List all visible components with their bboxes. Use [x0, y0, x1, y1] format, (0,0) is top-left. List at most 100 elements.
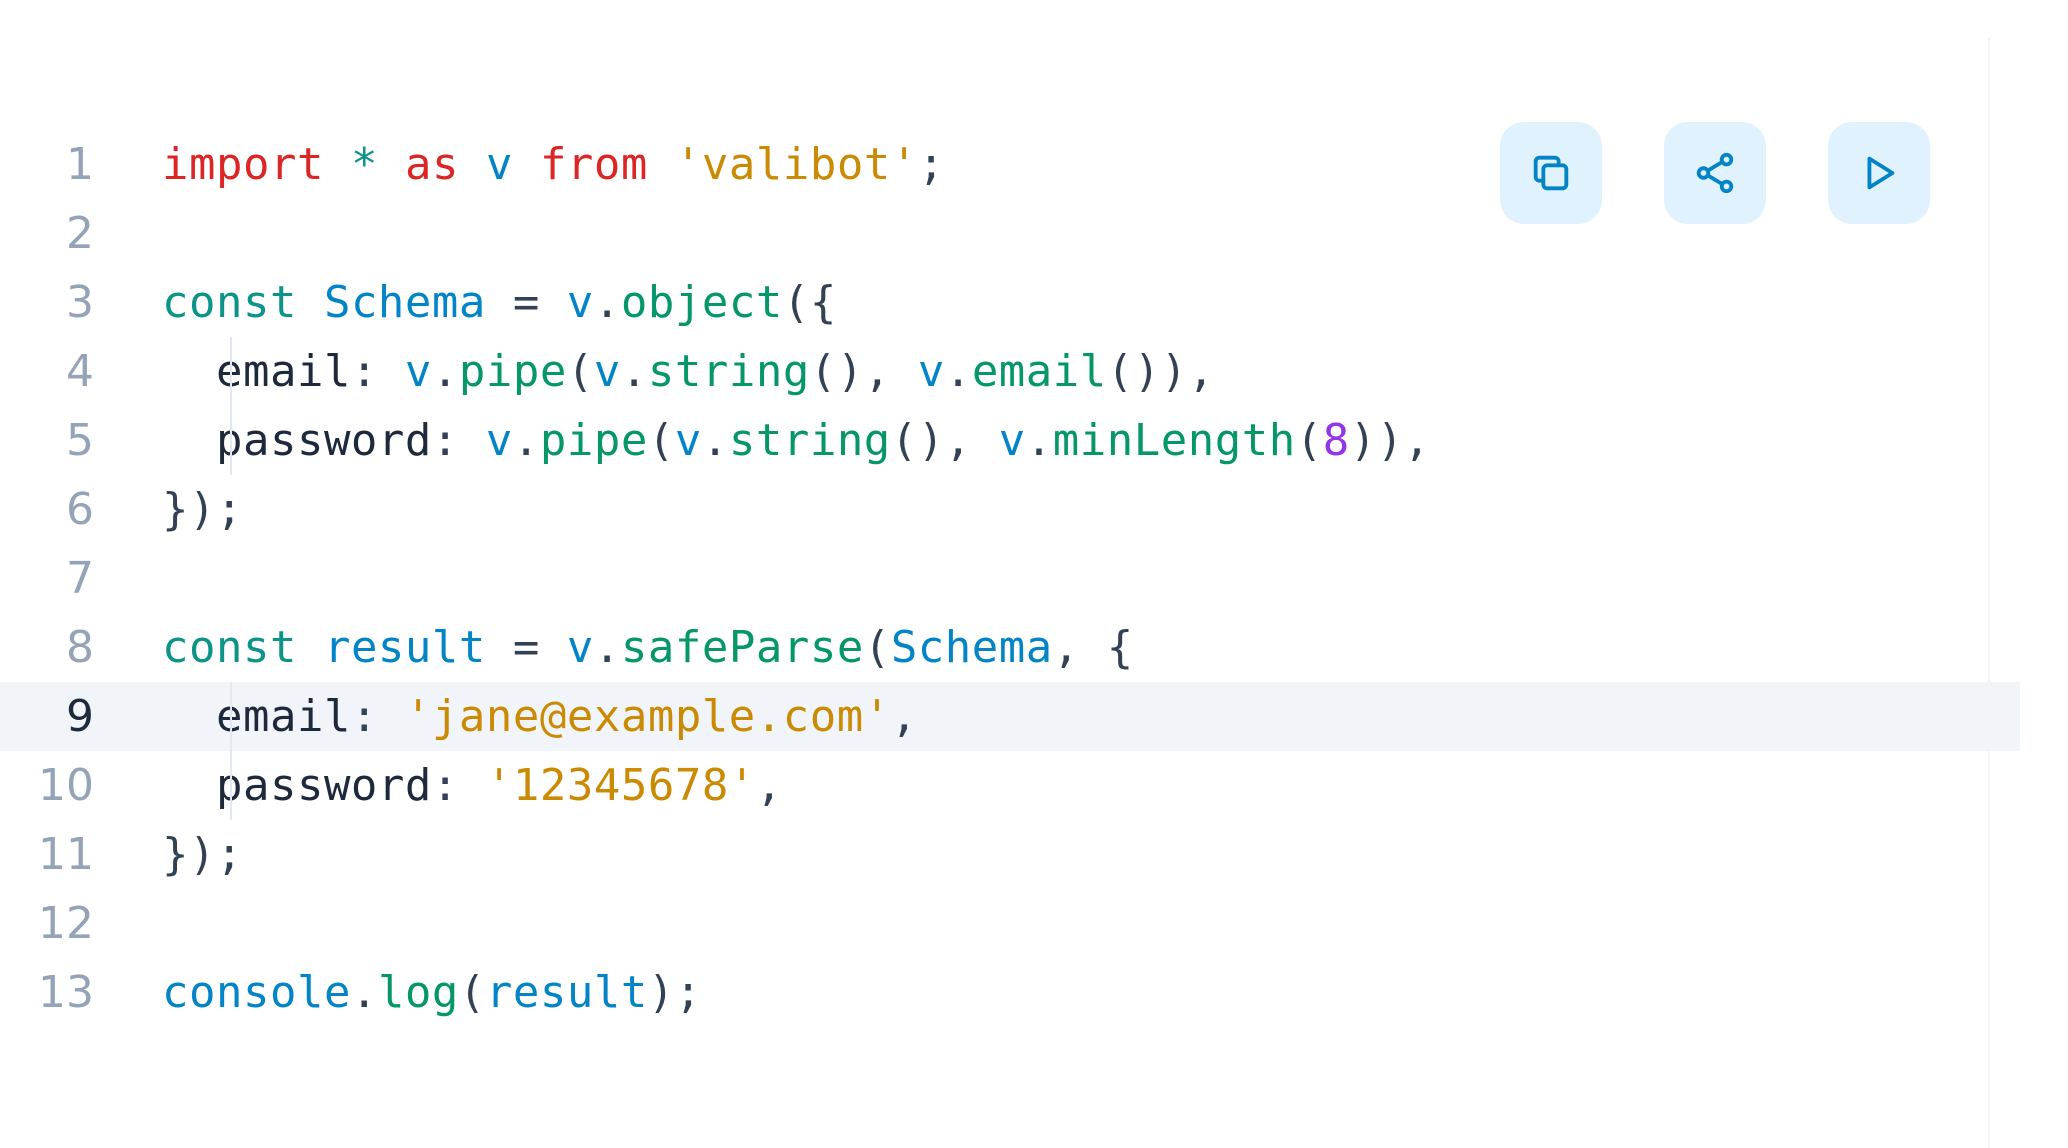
indent-guide: [230, 682, 232, 751]
line-number: 4: [66, 346, 94, 397]
copy-icon: [1533, 155, 1569, 191]
code-line[interactable]: 4 email: v.pipe(v.string(), v.email()),: [0, 337, 2020, 406]
code-line[interactable]: 11});: [0, 820, 2020, 889]
code-token: (: [647, 415, 675, 466]
code-text: });: [162, 829, 243, 880]
code-token: result: [323, 622, 486, 673]
code-text: console.log(result);: [162, 967, 702, 1018]
code-token: import: [162, 139, 324, 190]
code-text: const result = v.safeParse(Schema, {: [162, 622, 1134, 673]
line-number: 6: [66, 484, 94, 535]
code-token: .: [1025, 415, 1053, 466]
code-token: const: [162, 277, 297, 328]
code-token: log: [377, 967, 459, 1018]
code-token: v: [998, 415, 1026, 466]
code-text: password: '12345678',: [162, 760, 783, 811]
code-text: email: 'jane@example.com',: [162, 691, 918, 742]
code-token: ;: [917, 139, 945, 190]
code-token: .: [944, 346, 972, 397]
code-line[interactable]: 8 const result = v.safeParse(Schema, {: [0, 613, 2020, 682]
code-token: '12345678': [485, 760, 756, 811]
code-text: email: v.pipe(v.string(), v.email()),: [162, 346, 1215, 397]
code-line[interactable]: 7: [0, 544, 2020, 613]
code-token: :: [431, 760, 486, 811]
code-token: .: [593, 622, 621, 673]
code-token: )),: [1349, 415, 1431, 466]
code-token: const: [162, 622, 297, 673]
code-token: (: [1295, 415, 1323, 466]
line-number: 9: [66, 691, 94, 742]
code-token: =: [485, 277, 567, 328]
code-token: minLength: [1052, 415, 1296, 466]
code-token: v: [917, 346, 945, 397]
code-line[interactable]: 3 const Schema = v.object({: [0, 268, 2020, 337]
code-line[interactable]: 9 email: 'jane@example.com',: [0, 682, 2020, 751]
code-token: ,: [890, 691, 918, 742]
code-token: ,: [755, 760, 783, 811]
code-text: import * as v from 'valibot';: [162, 139, 945, 190]
play-icon: [1867, 156, 1895, 190]
code-line[interactable]: 6});: [0, 475, 2020, 544]
line-number: 10: [38, 760, 94, 811]
code-token: string: [728, 415, 891, 466]
code-token: .: [701, 415, 729, 466]
code-token: string: [647, 346, 810, 397]
code-token: 'jane@example.com': [404, 691, 891, 742]
code-line[interactable]: 10 password: '12345678',: [0, 751, 2020, 820]
editor-toolbar: [1500, 122, 1930, 224]
indent-guide: [230, 406, 232, 475]
code-token: :: [350, 691, 405, 742]
code-token: );: [647, 967, 702, 1018]
code-area[interactable]: 1 import * as v from 'valibot'; 2 3 const Sc…: [0, 130, 2020, 1027]
code-token: *: [350, 139, 378, 190]
code-text: const Schema = v.object({: [162, 277, 837, 328]
code-token: (),: [890, 415, 999, 466]
code-token: email: [162, 346, 351, 397]
code-token: password: [162, 760, 432, 811]
code-token: v: [566, 622, 594, 673]
code-token: (: [458, 967, 486, 1018]
line-number: 13: [38, 967, 94, 1018]
line-number: 12: [38, 898, 94, 949]
code-token: password: [162, 415, 432, 466]
code-line[interactable]: 12: [0, 889, 2020, 958]
share-button[interactable]: [1664, 122, 1766, 224]
indent-guide: [230, 337, 232, 406]
code-line[interactable]: 5 password: v.pipe(v.string(), v.minLeng…: [0, 406, 2020, 475]
code-token: .: [431, 346, 459, 397]
code-token: Schema: [890, 622, 1053, 673]
code-token: result: [485, 967, 648, 1018]
line-number: 11: [38, 829, 94, 880]
code-token: :: [431, 415, 486, 466]
code-token: email: [162, 691, 351, 742]
code-editor[interactable]: 1 import * as v from 'valibot'; 2 3 const Sc…: [0, 0, 2068, 1148]
line-number: 7: [66, 553, 94, 604]
code-line[interactable]: 13 console.log(result);: [0, 958, 2020, 1027]
code-token: .: [593, 277, 621, 328]
code-token: v: [485, 415, 513, 466]
code-token: .: [620, 346, 648, 397]
code-token: Schema: [323, 277, 486, 328]
code-token: pipe: [458, 346, 567, 397]
run-button[interactable]: [1828, 122, 1930, 224]
line-number: 3: [66, 277, 94, 328]
code-token: ()),: [1106, 346, 1215, 397]
code-token: v: [674, 415, 702, 466]
code-token: , {: [1052, 622, 1134, 673]
indent-guide: [230, 751, 232, 820]
copy-button[interactable]: [1500, 122, 1602, 224]
line-number: 5: [66, 415, 94, 466]
code-token: console: [162, 967, 351, 1018]
share-icon: [1696, 152, 1734, 194]
code-token: object: [620, 277, 783, 328]
line-number: 8: [66, 622, 94, 673]
code-token: (: [863, 622, 891, 673]
code-token: });: [162, 484, 243, 535]
code-token: =: [485, 622, 567, 673]
code-token: (: [566, 346, 594, 397]
